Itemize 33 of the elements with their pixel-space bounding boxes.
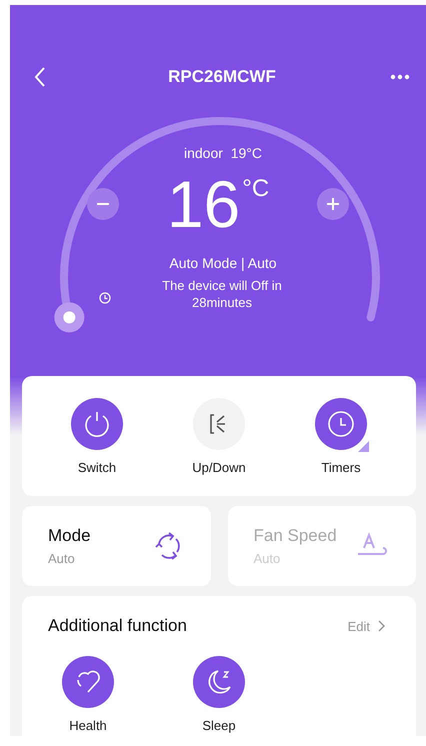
- minus-icon: [97, 203, 109, 205]
- control-label: Switch: [78, 460, 116, 474]
- plus-button[interactable]: [317, 188, 349, 220]
- setting-title: Fan Speed: [254, 526, 337, 546]
- back-icon[interactable]: [34, 67, 46, 87]
- clock-icon: [99, 292, 111, 304]
- power-button[interactable]: [71, 398, 123, 450]
- clock-icon: [326, 408, 356, 438]
- indoor-temperature: indoor 19°C: [184, 145, 262, 161]
- section-title: Additional function: [48, 616, 187, 636]
- timer-button[interactable]: [315, 398, 367, 450]
- set-temperature: 16: [166, 169, 240, 239]
- swing-button[interactable]: [193, 398, 245, 450]
- temperature-unit: °C: [242, 175, 270, 203]
- function-label: Health: [69, 718, 107, 733]
- slider-knob[interactable]: [54, 302, 84, 332]
- mode-status: Auto Mode | Auto: [169, 255, 277, 271]
- function-label: Sleep: [202, 718, 236, 733]
- plus-icon: [327, 198, 339, 210]
- timer-status: The device will Off in 28minutes: [161, 277, 283, 311]
- setting-value: Auto: [48, 551, 76, 566]
- device-title: RPC26MCWF: [168, 67, 276, 87]
- control-label: Up/Down: [192, 460, 246, 474]
- more-icon[interactable]: [390, 74, 410, 80]
- edit-link[interactable]: Edit: [348, 618, 386, 634]
- sleep-button[interactable]: [193, 656, 245, 708]
- health-button[interactable]: [62, 656, 114, 708]
- mode-card[interactable]: Mode Auto: [22, 506, 210, 586]
- control-label: Timers: [321, 460, 361, 474]
- corner-indicator: [358, 440, 369, 452]
- chevron-right-icon: [378, 620, 386, 632]
- minus-button[interactable]: [87, 188, 119, 220]
- setting-title: Mode: [48, 526, 91, 546]
